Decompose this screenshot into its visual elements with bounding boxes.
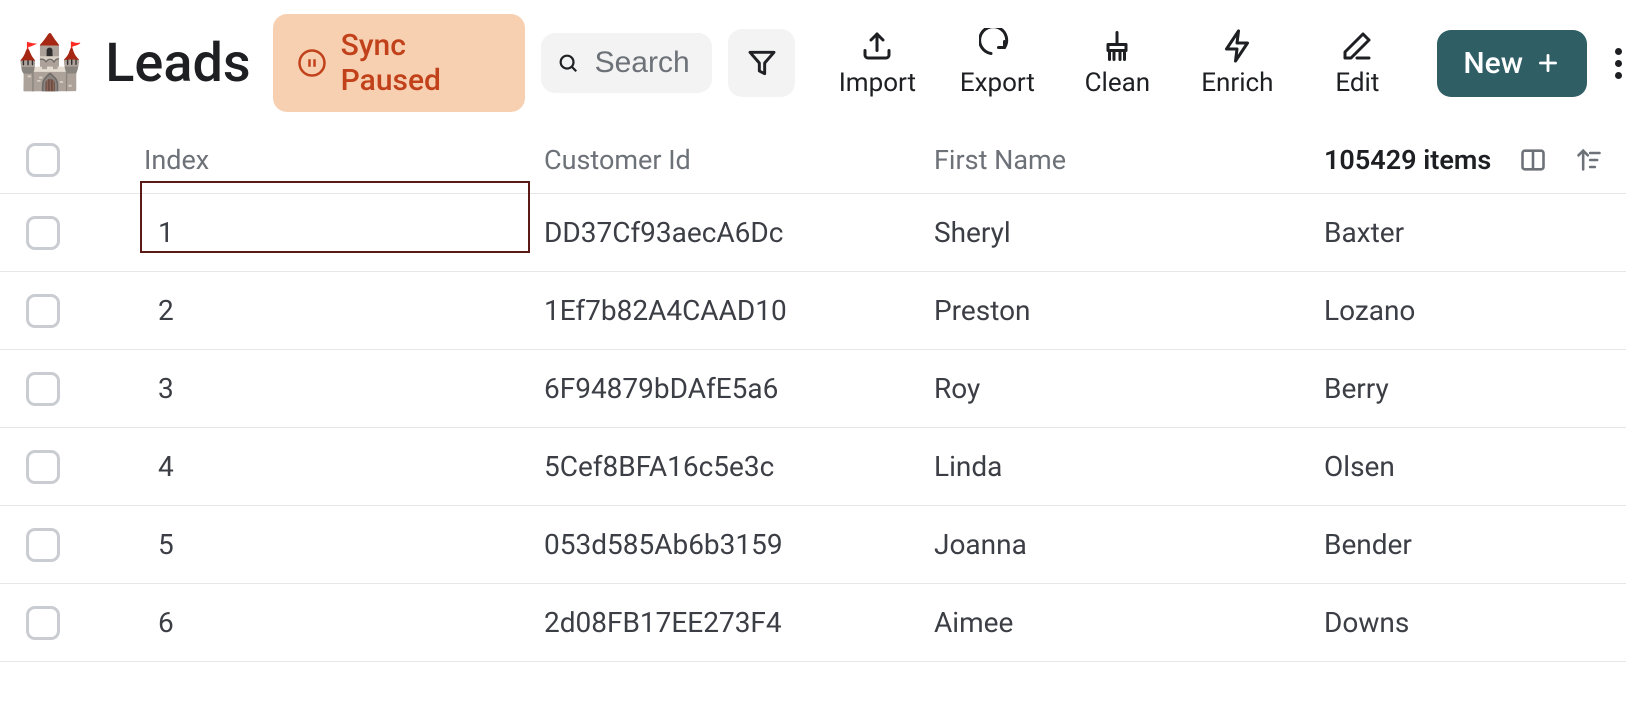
row-checkbox[interactable] <box>26 216 60 250</box>
column-header-index[interactable]: Index <box>140 144 540 176</box>
row-checkbox[interactable] <box>26 528 60 562</box>
edit-button[interactable]: Edit <box>1311 28 1403 98</box>
cell-last-name[interactable]: Baxter <box>1320 216 1620 249</box>
cell-last-name[interactable]: Downs <box>1320 606 1620 639</box>
cell-customer-id[interactable]: 2d08FB17EE273F4 <box>540 606 930 639</box>
row-checkbox[interactable] <box>26 450 60 484</box>
search-input[interactable] <box>593 45 696 81</box>
new-button-label: New <box>1463 46 1523 81</box>
cell-index[interactable]: 2 <box>140 294 540 327</box>
cell-customer-id[interactable]: 5Cef8BFA16c5e3c <box>540 450 930 483</box>
export-label: Export <box>960 68 1035 98</box>
cell-index[interactable]: 4 <box>140 450 540 483</box>
edit-label: Edit <box>1335 68 1379 98</box>
column-header-first-name[interactable]: First Name <box>930 144 1320 176</box>
new-button[interactable]: New <box>1437 30 1587 97</box>
workspace-logo: 🏰 <box>16 36 83 90</box>
sync-status-pill[interactable]: Sync Paused <box>273 14 525 112</box>
table-header: Index Customer Id First Name 105429 item… <box>0 126 1626 194</box>
leads-table: Index Customer Id First Name 105429 item… <box>0 126 1626 662</box>
cell-first-name[interactable]: Preston <box>930 294 1320 327</box>
clean-button[interactable]: Clean <box>1071 28 1163 98</box>
sort-button[interactable] <box>1575 146 1603 174</box>
sync-status-label: Sync Paused <box>341 28 501 98</box>
import-label: Import <box>839 68 916 98</box>
search-icon <box>557 48 579 78</box>
export-icon <box>979 28 1015 64</box>
cell-index[interactable]: 3 <box>140 372 540 405</box>
sort-icon <box>1575 146 1603 174</box>
cell-first-name[interactable]: Joanna <box>930 528 1320 561</box>
pause-circle-icon <box>297 48 327 78</box>
cell-last-name[interactable]: Lozano <box>1320 294 1620 327</box>
columns-icon <box>1519 146 1547 174</box>
table-row[interactable]: 45Cef8BFA16c5e3cLindaOlsen <box>0 428 1626 506</box>
clean-label: Clean <box>1085 68 1151 98</box>
clean-icon <box>1099 28 1135 64</box>
cell-index[interactable]: 1 <box>140 216 540 249</box>
more-dot <box>1615 72 1622 79</box>
cell-last-name[interactable]: Olsen <box>1320 450 1620 483</box>
import-icon <box>859 28 895 64</box>
cell-first-name[interactable]: Roy <box>930 372 1320 405</box>
column-header-customer-id[interactable]: Customer Id <box>540 144 930 176</box>
enrich-label: Enrich <box>1201 68 1273 98</box>
columns-button[interactable] <box>1519 146 1547 174</box>
export-button[interactable]: Export <box>951 28 1043 98</box>
cell-last-name[interactable]: Bender <box>1320 528 1620 561</box>
filter-button[interactable] <box>728 29 796 97</box>
cell-first-name[interactable]: Sheryl <box>930 216 1320 249</box>
cell-customer-id[interactable]: 6F94879bDAfE5a6 <box>540 372 930 405</box>
cell-customer-id[interactable]: DD37Cf93aecA6Dc <box>540 216 930 249</box>
enrich-icon <box>1219 28 1255 64</box>
toolbar: 🏰 Leads Sync Paused Import Export <box>0 0 1626 126</box>
more-dot <box>1615 60 1622 67</box>
enrich-button[interactable]: Enrich <box>1191 28 1283 98</box>
row-checkbox[interactable] <box>26 294 60 328</box>
action-buttons: Import Export Clean Enrich Edit <box>831 28 1403 98</box>
table-row[interactable]: 21Ef7b82A4CAAD10PrestonLozano <box>0 272 1626 350</box>
page-title: Leads <box>105 32 250 95</box>
cell-customer-id[interactable]: 053d585Ab6b3159 <box>540 528 930 561</box>
funnel-icon <box>746 47 778 79</box>
table-row[interactable]: 5053d585Ab6b3159JoannaBender <box>0 506 1626 584</box>
search-box[interactable] <box>541 33 712 93</box>
table-row[interactable]: 36F94879bDAfE5a6RoyBerry <box>0 350 1626 428</box>
item-count: 105429 items <box>1324 144 1491 176</box>
row-checkbox[interactable] <box>26 606 60 640</box>
more-menu[interactable] <box>1603 36 1626 91</box>
table-row[interactable]: 1DD37Cf93aecA6DcSherylBaxter <box>0 194 1626 272</box>
cell-index[interactable]: 6 <box>140 606 540 639</box>
plus-icon <box>1535 50 1561 76</box>
cell-last-name[interactable]: Berry <box>1320 372 1620 405</box>
more-dot <box>1615 48 1622 55</box>
cell-first-name[interactable]: Aimee <box>930 606 1320 639</box>
row-checkbox[interactable] <box>26 372 60 406</box>
cell-customer-id[interactable]: 1Ef7b82A4CAAD10 <box>540 294 930 327</box>
import-button[interactable]: Import <box>831 28 923 98</box>
edit-icon <box>1339 28 1375 64</box>
select-all-checkbox[interactable] <box>26 143 60 177</box>
table-row[interactable]: 62d08FB17EE273F4AimeeDowns <box>0 584 1626 662</box>
cell-first-name[interactable]: Linda <box>930 450 1320 483</box>
cell-index[interactable]: 5 <box>140 528 540 561</box>
